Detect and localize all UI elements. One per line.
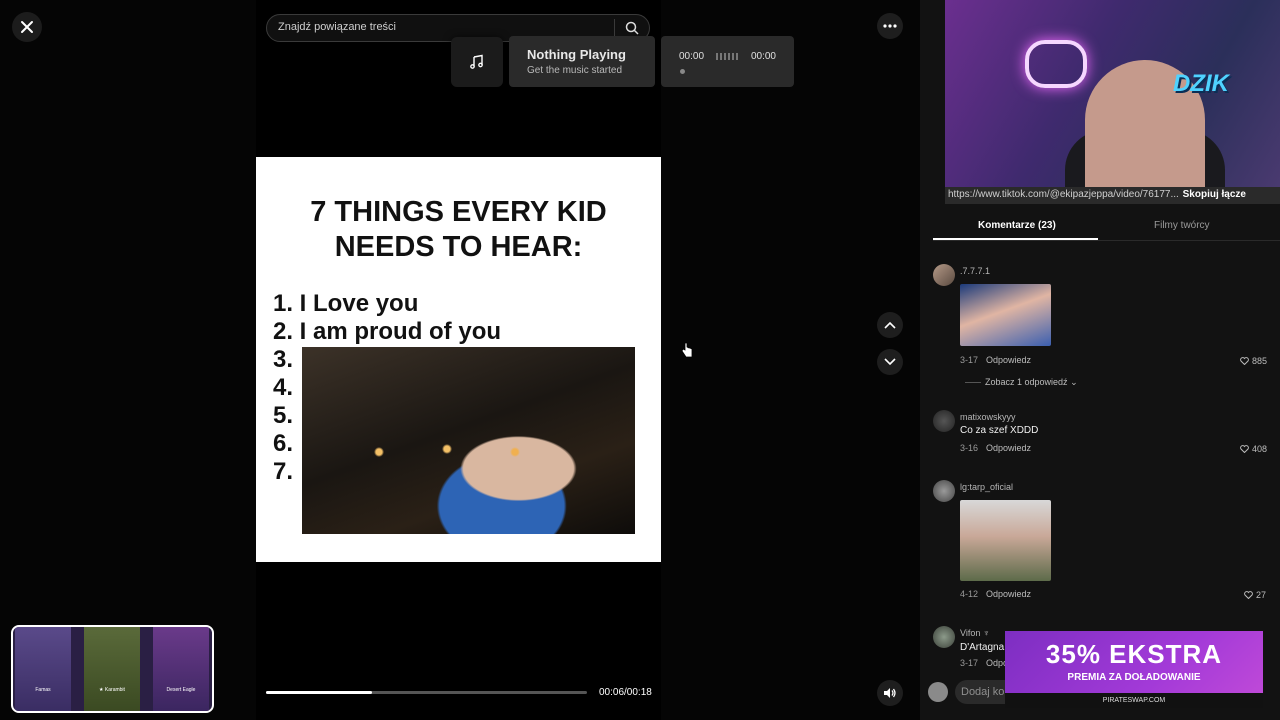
reply-button[interactable]: Odpowiedz (986, 355, 1031, 365)
reply-button[interactable]: Odpowiedz (986, 443, 1031, 453)
video-list-item: 1. I Love you (273, 290, 419, 317)
like-button[interactable]: 885 (1240, 356, 1267, 366)
user-avatar (928, 682, 948, 702)
video-heading-line1: 7 THINGS EVERY KID (310, 196, 607, 228)
like-count: 408 (1252, 444, 1268, 454)
tab-comments[interactable]: Komentarze (23) (978, 220, 1056, 231)
tab-active-indicator (933, 238, 1098, 240)
comment-date: 3-16 (960, 443, 979, 453)
like-count: 885 (1252, 356, 1268, 366)
case-item: ★ Karambit (84, 627, 140, 711)
video-frame[interactable]: 7 THINGS EVERY KID NEEDS TO HEAR: 1. I L… (256, 157, 661, 562)
case-item: Desert Eagle (153, 627, 209, 711)
close-button[interactable] (12, 12, 42, 42)
video-progress-bar[interactable] (266, 691, 587, 694)
video-time: 00:06/00:18 (599, 687, 652, 698)
more-options-button[interactable] (877, 13, 903, 39)
case-opening-widget: Famas ★ Karambit Desert Eagle (11, 625, 214, 713)
avatar[interactable] (933, 626, 955, 648)
share-link-url: https://www.tiktok.com/@ekipazjeppa/vide… (948, 189, 1179, 200)
chevron-up-icon (884, 321, 896, 329)
avatar[interactable] (933, 480, 955, 502)
music-progress-dot[interactable] (680, 69, 685, 74)
comment-meta: 3-16 Odpowiedz (960, 443, 1031, 453)
comment-date: 4-12 (960, 589, 979, 599)
speaker-icon (884, 688, 896, 698)
neon-boar-sign (1025, 40, 1087, 88)
comment-username[interactable]: matixowskyyy (960, 412, 1016, 422)
streamer-webcam: DZIK (945, 0, 1280, 188)
reply-button[interactable]: Odpowiedz (986, 589, 1031, 599)
like-button[interactable]: 408 (1240, 444, 1267, 454)
comment-date: 3-17 (960, 658, 979, 668)
search-icon[interactable] (625, 21, 639, 35)
music-waveform (716, 53, 738, 60)
comment-image[interactable] (960, 284, 1051, 346)
ad-banner[interactable]: 35% EKSTRA PREMIA ZA DOŁADOWANIE PIRATES… (1005, 631, 1263, 708)
tab-divider (933, 240, 1280, 241)
heart-icon (1240, 357, 1249, 365)
music-time-total: 00:00 (750, 51, 776, 62)
avatar[interactable] (933, 410, 955, 432)
music-time-current: 00:00 (679, 51, 705, 62)
close-icon (21, 21, 33, 33)
comment-image[interactable] (960, 500, 1051, 581)
comment-username[interactable]: .7.7.7.1 (960, 266, 990, 276)
hand-cursor-icon (681, 342, 693, 358)
music-timeline[interactable]: 00:00 00:00 (661, 36, 794, 87)
ad-url: PIRATESWAP.COM (1005, 693, 1263, 708)
next-video-button[interactable] (877, 349, 903, 375)
avatar[interactable] (933, 264, 955, 286)
video-list-item: 4. (273, 374, 294, 401)
music-note-icon (470, 54, 483, 69)
volume-button[interactable] (877, 680, 903, 706)
now-playing-card[interactable]: Nothing Playing Get the music started (509, 36, 655, 87)
comment-meta: 3-17 Odpowiedz (960, 355, 1031, 365)
video-heading-line2: NEEDS TO HEAR: (334, 231, 583, 263)
dzik-logo: DZIK (1173, 70, 1229, 97)
copy-link-button[interactable]: Skopiuj łącze (1183, 189, 1246, 200)
heart-icon (1244, 591, 1253, 599)
video-list-item: 5. (273, 402, 294, 429)
share-link-bar: https://www.tiktok.com/@ekipazjeppa/vide… (945, 187, 1280, 204)
video-list-item: 7. (273, 458, 294, 485)
previous-video-button[interactable] (877, 312, 903, 338)
like-count: 27 (1256, 590, 1267, 600)
chevron-down-icon (884, 358, 896, 366)
view-replies-button[interactable]: Zobacz 1 odpowiedź ⌄ (985, 377, 1078, 388)
now-playing-subtitle: Get the music started (527, 65, 623, 76)
video-heading: 7 THINGS EVERY KID NEEDS TO HEAR: (256, 195, 661, 265)
more-icon (883, 24, 897, 28)
video-progress-fill (266, 691, 372, 694)
comment-username[interactable]: Vifon ♆ (960, 628, 990, 638)
search-placeholder: Znajdź powiązane treści (278, 21, 397, 33)
ad-headline: 35% EKSTRA (1045, 639, 1223, 669)
comment-username[interactable]: lg:tarp_oficial (960, 482, 1013, 492)
case-item-label: Desert Eagle (166, 687, 196, 693)
comment-date: 3-17 (960, 355, 979, 365)
search-divider (614, 19, 615, 37)
ad-subline: PREMIA ZA DOŁADOWANIE (1067, 672, 1201, 683)
comment-meta: 4-12 Odpowiedz (960, 589, 1031, 599)
embedded-video-image (302, 347, 635, 534)
like-button[interactable]: 27 (1244, 590, 1266, 600)
case-item: Famas (15, 627, 71, 711)
case-item-label: Famas (35, 687, 51, 693)
music-note-button[interactable] (451, 37, 503, 87)
video-list-item: 3. (273, 346, 294, 373)
comment-text: D'Artagna (960, 642, 1005, 653)
comment-meta: 3-17 Odpo (960, 658, 1008, 668)
video-list-item: 6. (273, 430, 294, 457)
video-list-item: 2. I am proud of you (273, 318, 502, 345)
tab-creator-videos[interactable]: Filmy twórcy (1154, 220, 1210, 231)
comment-text: Co za szef XDDD (960, 425, 1039, 436)
heart-icon (1240, 445, 1249, 453)
case-item-label: ★ Karambit (99, 687, 125, 693)
now-playing-title: Nothing Playing (527, 47, 626, 62)
